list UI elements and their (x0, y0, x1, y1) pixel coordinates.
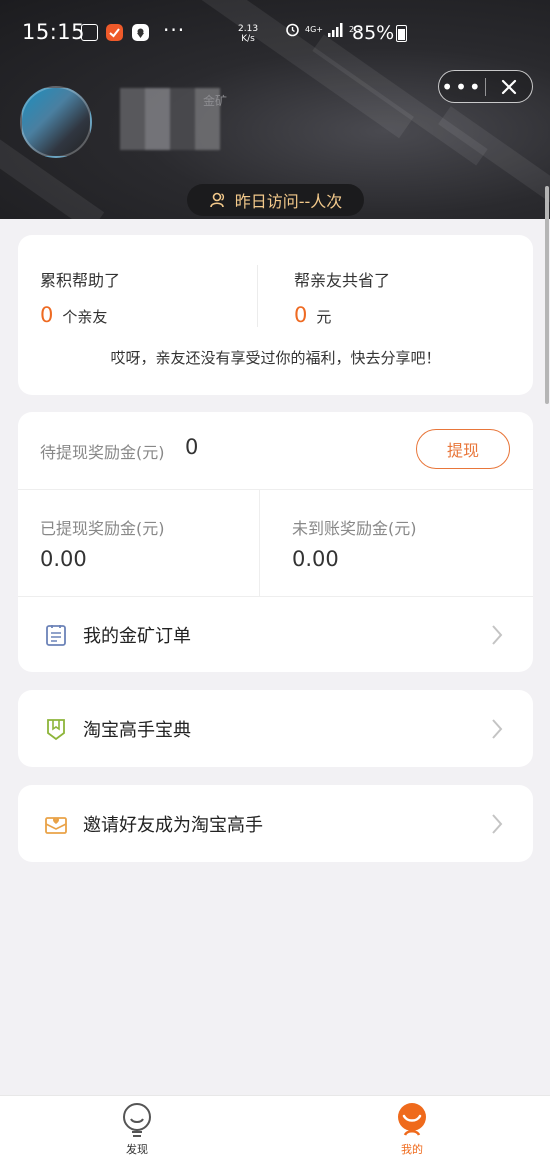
withdrawn-value: 0.00 (40, 547, 87, 571)
avatar[interactable] (20, 86, 92, 158)
close-button[interactable] (486, 79, 532, 95)
chevron-right-icon (492, 718, 503, 739)
bottom-tab-bar: 发现 我的 (0, 1095, 550, 1162)
profile-face-icon (398, 1103, 426, 1136)
nickname-suffix: 金矿 (203, 94, 228, 108)
unsettled-cell: 未到账奖励金(元) 0.00 (292, 515, 417, 571)
saved-unit: 元 (316, 308, 332, 326)
withdraw-button[interactable]: 提现 (416, 429, 510, 469)
invite-envelope-icon (45, 816, 67, 834)
stats-divider (257, 265, 258, 327)
saved-value: 0 (294, 303, 308, 327)
share-hint: 哎呀，亲友还没有享受过你的福利，快去分享吧！ (110, 349, 441, 367)
status-time: 15:15 (22, 20, 86, 44)
app-notification-icon (106, 24, 123, 41)
more-dots-icon: ··· (163, 18, 186, 42)
invite-label: 邀请好友成为淘宝高手 (83, 814, 263, 836)
visits-text: 昨日访问--人次 (234, 192, 343, 211)
battery-icon (396, 25, 407, 42)
image-icon (81, 24, 98, 41)
alarm-icon (286, 23, 299, 37)
chevron-right-icon (492, 813, 503, 834)
tab-discover-label: 发现 (126, 1143, 148, 1156)
user-icon (209, 192, 224, 208)
network-type: 4G+ (305, 25, 323, 34)
close-icon (501, 79, 517, 94)
helped-value: 0 (40, 303, 54, 327)
withdrawn-label: 已提现奖励金(元) (40, 519, 165, 538)
unsettled-label: 未到账奖励金(元) (292, 519, 417, 538)
tab-discover[interactable]: 发现 (92, 1096, 182, 1162)
visits-pill[interactable]: 昨日访问--人次 (187, 184, 364, 216)
unsettled-value: 0.00 (292, 547, 339, 571)
status-indicators: 4G+ 2G (285, 22, 360, 37)
saved-stat: 帮亲友共省了 0 元 (294, 267, 390, 327)
bg-decoration (438, 106, 550, 216)
signal-icon (328, 22, 343, 37)
helped-unit: 个亲友 (62, 308, 108, 326)
wallet-card: 待提现奖励金(元) 0 提现 已提现奖励金(元) 0.00 未到账奖励金(元) … (18, 412, 533, 672)
helped-label: 累积帮助了 (40, 271, 121, 290)
withdrawn-cell: 已提现奖励金(元) 0.00 (40, 515, 165, 571)
guide-row[interactable]: 淘宝高手宝典 (18, 690, 533, 767)
more-button[interactable]: ••• (439, 77, 485, 97)
order-list-icon (46, 624, 66, 646)
location-pin-icon (132, 24, 149, 41)
battery-percent: 85% (352, 22, 395, 44)
net-speed: 2.13 K/s (238, 24, 259, 44)
status-bar: 15:15 ··· 2.13 K/s 4G+ 2G 85% (0, 0, 550, 66)
guide-book-icon (47, 718, 65, 740)
tab-mine-label: 我的 (401, 1143, 423, 1156)
pending-row: 待提现奖励金(元) 0 提现 (18, 412, 533, 490)
helped-stat: 累积帮助了 0 个亲友 (40, 267, 120, 327)
guide-label: 淘宝高手宝典 (83, 719, 191, 741)
summary-divider (259, 490, 260, 596)
chevron-right-icon (492, 624, 503, 645)
scrollbar[interactable] (545, 186, 549, 404)
pending-value: 0 (185, 435, 199, 459)
stats-card: 累积帮助了 0 个亲友 帮亲友共省了 0 元 哎呀，亲友还没有享受过你的福利，快… (18, 235, 533, 395)
saved-label: 帮亲友共省了 (294, 271, 391, 290)
tab-mine[interactable]: 我的 (367, 1096, 457, 1162)
orders-label: 我的金矿订单 (83, 625, 191, 647)
invite-row[interactable]: 邀请好友成为淘宝高手 (18, 785, 533, 862)
capsule-menu: ••• (438, 70, 533, 103)
reward-summary: 已提现奖励金(元) 0.00 未到账奖励金(元) 0.00 (18, 490, 533, 597)
lightbulb-icon (123, 1103, 151, 1137)
pending-label: 待提现奖励金(元) (40, 443, 165, 462)
profile-header: 15:15 ··· 2.13 K/s 4G+ 2G 85% ••• 金矿 昨日访… (0, 0, 550, 219)
orders-row[interactable]: 我的金矿订单 (18, 597, 533, 672)
